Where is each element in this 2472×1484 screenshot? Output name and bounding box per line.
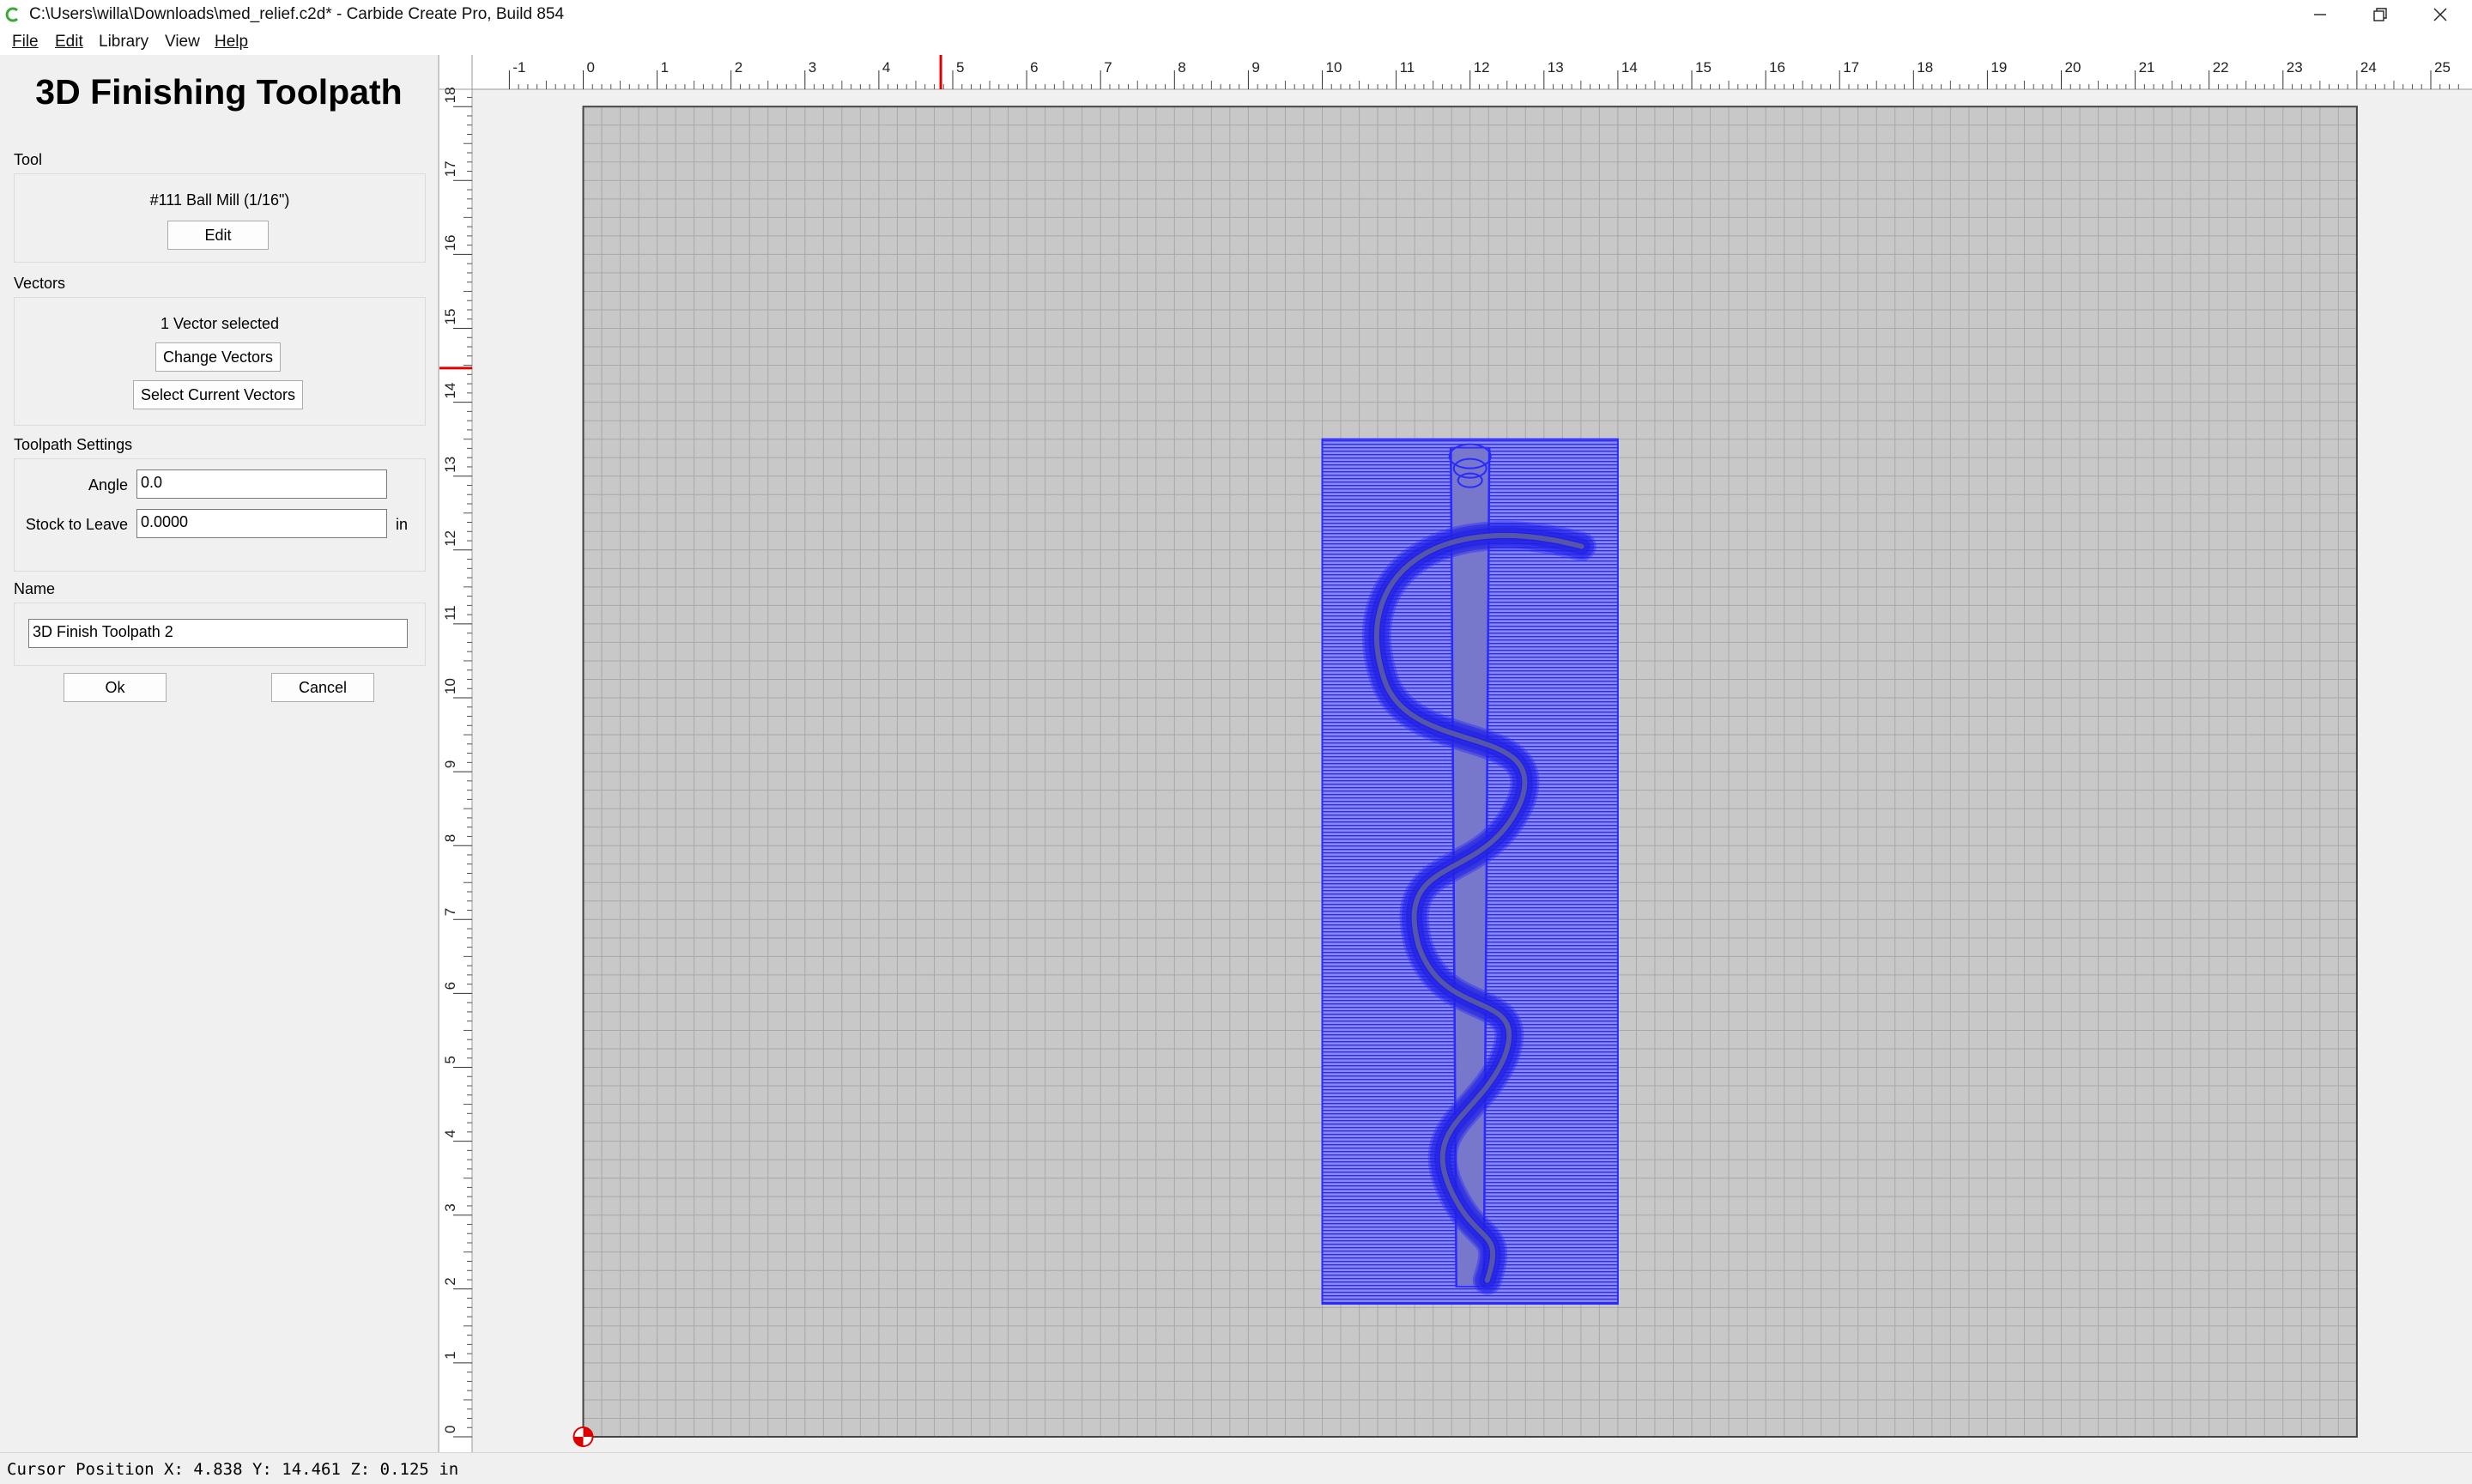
vectors-status: 1 Vector selected [160,315,280,332]
window-title: C:\Users\willa\Downloads\med_relief.c2d*… [29,5,565,23]
ruler-y-label: 1 [442,1351,458,1359]
close-button[interactable] [2410,0,2470,29]
ruler-y-label: 16 [442,234,458,251]
ruler-y-label: 17 [442,161,458,177]
app-logo-icon [5,7,19,22]
ruler-x-label: 9 [1251,59,1259,76]
cursor-position-text: Cursor Position X: 4.838 Y: 14.461 Z: 0.… [7,1460,459,1479]
menu-bar: File Edit Library View Help [0,29,2472,55]
ruler-x-label: 16 [1769,59,1785,76]
ruler-y-label: 11 [442,605,458,621]
stock-to-leave-label: Stock to Leave [25,516,128,533]
ruler-x-label: 13 [1548,59,1564,76]
ruler-y-label: 7 [442,908,458,916]
name-group: 3D Finish Toolpath 2 [14,603,426,666]
title-bar: C:\Users\willa\Downloads\med_relief.c2d*… [0,0,2472,29]
angle-label: Angle [88,476,128,494]
design-canvas[interactable]: -1 0 1 2 3 4 5 6 7 8 9 10 11 12 13 14 15 16 17 18 19 20 21 22 23… [439,55,2472,1452]
ruler-x-label: 7 [1104,59,1112,76]
ruler-y-label: 18 [442,87,458,103]
ruler-x-label: 2 [735,59,742,76]
change-vectors-button[interactable]: Change Vectors [155,342,281,372]
ruler-y-label: 13 [442,457,458,473]
ruler-x-label: 18 [1917,59,1933,76]
menu-help[interactable]: Help [215,33,248,51]
ruler-y-label: 8 [442,834,458,842]
ruler-y-label: 3 [442,1203,458,1211]
ruler-y-label: 10 [442,678,458,694]
ruler-x-label: 12 [1474,59,1490,76]
settings-group: Angle 0.0 Stock to Leave 0.0000 in [14,458,426,572]
tool-group: #111 Ball Mill (1/16") Edit [14,173,426,263]
ruler-x-label: 3 [809,59,816,76]
ruler-x-label: 6 [1030,59,1038,76]
design-canvas-area[interactable]: -1 0 1 2 3 4 5 6 7 8 9 10 11 12 13 14 15 16 17 18 19 20 21 22 23… [439,55,2472,1452]
restore-icon [2373,8,2387,21]
tool-section-label: Tool [14,151,43,168]
ruler-x-label: 22 [2213,59,2229,76]
minimize-button[interactable] [2290,0,2350,29]
vectors-group: 1 Vector selected Change Vectors Select … [14,297,426,426]
ok-button[interactable]: Ok [64,673,167,702]
menu-file[interactable]: File [12,33,39,51]
close-icon [2433,8,2447,21]
ruler-y-label: 0 [442,1426,458,1433]
menu-view[interactable]: View [165,33,200,51]
settings-section-label: Toolpath Settings [14,436,133,453]
ruler-x-label: 20 [2065,59,2081,76]
ruler-x-label: 17 [1843,59,1859,76]
ruler-x-label: 8 [1178,59,1185,76]
ruler-y-label: 12 [442,530,458,547]
ruler-x-label: 10 [1326,59,1342,76]
ruler-y-label: 14 [442,383,458,399]
menu-edit[interactable]: Edit [55,33,83,51]
stock-unit-label: in [396,516,409,533]
ruler-x-label: 5 [956,59,964,76]
ruler-x-label: 4 [882,59,890,76]
ruler-x-label: 24 [2360,59,2377,76]
ruler-x-label: 15 [1695,59,1712,76]
ruler-y-label: 15 [442,309,458,325]
stock-to-leave-input[interactable]: 0.0000 [136,509,387,538]
ruler-y-label: 9 [442,760,458,768]
status-bar: Cursor Position X: 4.838 Y: 14.461 Z: 0.… [0,1452,2472,1484]
ruler-x-label: 23 [2287,59,2303,76]
minimize-icon [2314,14,2326,15]
ruler-x-label: 0 [587,59,595,76]
ruler-x-label: 11 [1400,59,1415,76]
vectors-section-label: Vectors [14,275,66,292]
ruler-y-label: 2 [442,1277,458,1285]
cancel-button[interactable]: Cancel [271,673,374,702]
angle-input[interactable]: 0.0 [136,469,387,499]
ruler-x-label: 25 [2434,59,2451,76]
ruler-y-label: 5 [442,1056,458,1063]
tool-name: #111 Ball Mill (1/16") [149,191,290,209]
menu-library[interactable]: Library [99,33,148,51]
restore-button[interactable] [2350,0,2410,29]
ruler-y-label: 4 [442,1130,458,1137]
edit-tool-button[interactable]: Edit [167,221,269,250]
name-section-label: Name [14,580,56,597]
ruler-y-label: 6 [442,982,458,990]
ruler-x-label: 21 [2139,59,2155,76]
toolpath-name-input[interactable]: 3D Finish Toolpath 2 [28,619,408,648]
select-current-vectors-button[interactable]: Select Current Vectors [133,380,303,409]
ruler-x-label: 14 [1621,59,1638,76]
toolpath-panel: 3D Finishing Toolpath Tool #111 Ball Mil… [0,55,439,1452]
panel-title: 3D Finishing Toolpath [35,72,403,112]
ruler-x-label: 19 [1990,59,2007,76]
ruler-x-label: -1 [512,59,525,76]
ruler-x-label: 1 [661,59,669,76]
